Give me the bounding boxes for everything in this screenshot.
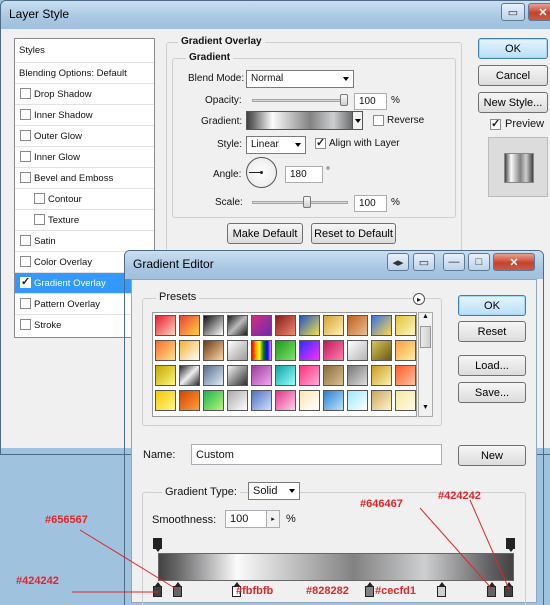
annotation-label: #cecfd1 bbox=[375, 585, 416, 597]
annotation-line bbox=[419, 507, 493, 590]
annotation-label: #828282 bbox=[306, 585, 349, 597]
annotation-label: #fbfbfb bbox=[236, 585, 274, 597]
annotation-label: #424242 bbox=[16, 575, 59, 587]
annotation-label: #646467 bbox=[360, 498, 403, 510]
annotation-line bbox=[469, 499, 510, 590]
annotation-label: #424242 bbox=[438, 490, 481, 502]
annotation-label: #656567 bbox=[45, 514, 88, 526]
annotation-line bbox=[79, 529, 179, 591]
